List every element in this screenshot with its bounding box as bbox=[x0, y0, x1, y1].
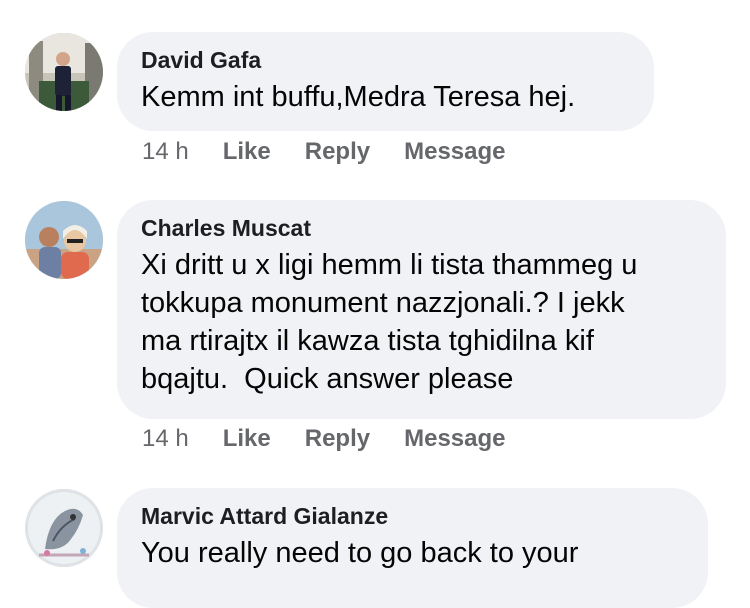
comment-text-line: Xi dritt u x ligi hemm li tista thammeg … bbox=[141, 249, 638, 281]
profile-photo-icon bbox=[25, 489, 103, 567]
comment-bubble: Charles Muscat Xi dritt u x ligi hemm li… bbox=[117, 200, 726, 419]
comment-timestamp[interactable]: 14 h bbox=[142, 138, 189, 166]
comment-text-line: ma rtirajtx il kawza tista tghidilna kif bbox=[141, 325, 594, 357]
comment-bubble: Marvic Attard Gialanze You really need t… bbox=[117, 488, 708, 608]
like-button[interactable]: Like bbox=[223, 425, 271, 453]
comment-author[interactable]: Charles Muscat bbox=[141, 214, 700, 242]
reply-button[interactable]: Reply bbox=[305, 138, 370, 166]
comment-bubble: David Gafa Kemm int buffu,Medra Teresa h… bbox=[117, 32, 654, 131]
comment-actions: 14 h Like Reply Message bbox=[142, 425, 540, 453]
reply-button[interactable]: Reply bbox=[305, 425, 370, 453]
comment-text-line: tokkupa monument nazzjonali.? I jekk bbox=[141, 287, 625, 319]
comment-actions: 14 h Like Reply Message bbox=[142, 138, 540, 166]
message-button[interactable]: Message bbox=[404, 138, 505, 166]
profile-photo-icon bbox=[25, 201, 103, 279]
avatar[interactable] bbox=[25, 489, 103, 567]
comment-author[interactable]: David Gafa bbox=[141, 46, 628, 74]
comment-text: You really need to go back to your bbox=[141, 537, 579, 569]
comment-text-line: bqajtu. Quick answer please bbox=[141, 363, 514, 395]
comment-timestamp[interactable]: 14 h bbox=[142, 425, 189, 453]
profile-photo-icon bbox=[25, 33, 103, 111]
avatar[interactable] bbox=[25, 33, 103, 111]
message-button[interactable]: Message bbox=[404, 425, 505, 453]
comment-text: Xi dritt u x ligi hemm li tista thammeg … bbox=[141, 246, 700, 398]
comment-author[interactable]: Marvic Attard Gialanze bbox=[141, 502, 682, 530]
comment-text: Kemm int buffu,Medra Teresa hej. bbox=[141, 81, 576, 113]
like-button[interactable]: Like bbox=[223, 138, 271, 166]
avatar[interactable] bbox=[25, 201, 103, 279]
